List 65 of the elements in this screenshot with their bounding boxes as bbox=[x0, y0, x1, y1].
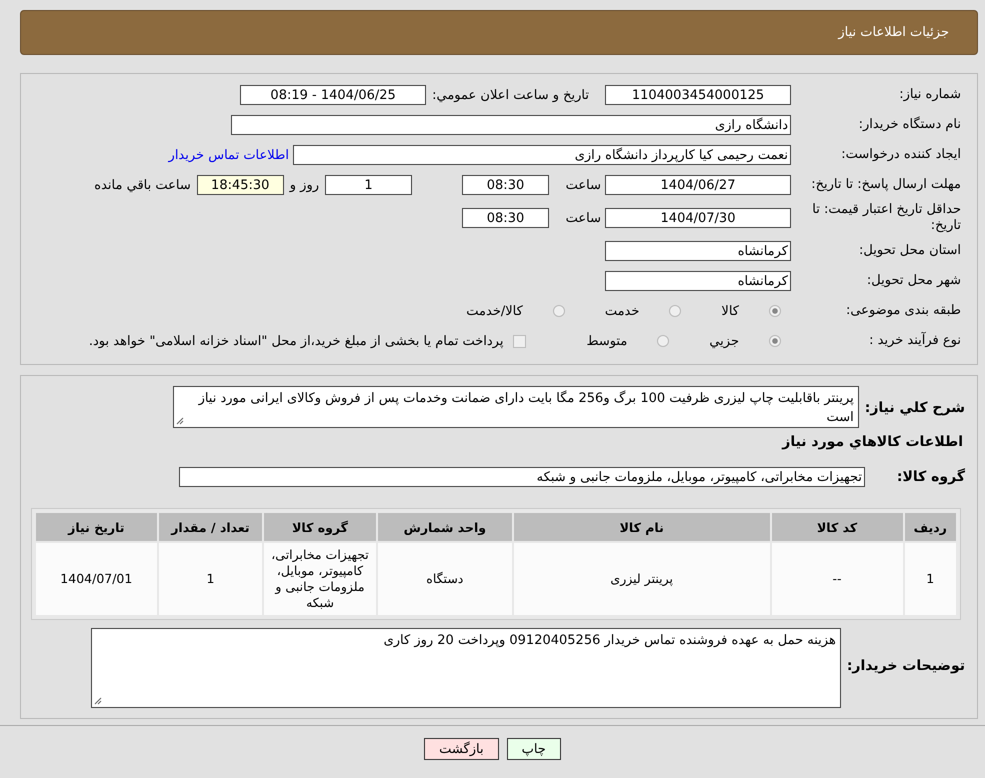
checkbox[interactable] bbox=[513, 334, 526, 348]
field-label: شرح كلي نياز: bbox=[864, 400, 965, 416]
field-label: ایجاد کننده درخواست: bbox=[840, 147, 961, 163]
goods-group-field: تجهیزات مخابراتی، کامپیوتر، موبایل، ملزومات جانبی و شبکه bbox=[179, 467, 865, 487]
column-header: رديف bbox=[904, 513, 956, 541]
resize-grip-icon[interactable] bbox=[94, 697, 102, 705]
validity-date-field: 1404/07/30 bbox=[605, 208, 791, 228]
field-label: روز و bbox=[290, 178, 319, 192]
city-field: كرمانشاه bbox=[605, 271, 791, 291]
field-label: ساعت باقي مانده bbox=[94, 178, 191, 192]
radio-button[interactable] bbox=[769, 335, 781, 347]
validity-time-field: 08:30 bbox=[462, 208, 549, 228]
table-cell: دستگاه bbox=[378, 543, 512, 615]
field-label: توضیحات خریدار: bbox=[846, 658, 965, 674]
table-cell: 1 bbox=[158, 543, 262, 615]
radio-button[interactable] bbox=[552, 305, 565, 317]
field-label: شهر محل تحویل: bbox=[866, 273, 961, 289]
radio-button[interactable] bbox=[669, 305, 682, 317]
column-header: نام كالا bbox=[514, 513, 770, 541]
requester-field: نعمت رحیمی کیا کارپرداز دانشگاه رازی bbox=[293, 145, 791, 165]
back-button[interactable]: بازگشت bbox=[424, 738, 499, 760]
description-field: پرینتر باقابلیت چاپ لیزری ظرفیت 100 برگ و256 مگا بایت دارای ضمانت وخدمات پس از فروش وكالای ایرانی مورد نیاز است bbox=[172, 386, 859, 428]
radio-button[interactable] bbox=[657, 335, 670, 347]
table-cell: پرینتر لیزری bbox=[514, 543, 770, 615]
option-label: كالا/خدمت bbox=[466, 304, 523, 318]
province-field: كرمانشاه bbox=[605, 241, 791, 261]
table-cell: 1 bbox=[904, 543, 956, 615]
table-cell: تجهیزات مخابراتی، کامپیوتر، موبایل، ملزومات جانبی و شبکه bbox=[264, 543, 376, 615]
field-label: شماره نیاز: bbox=[898, 87, 961, 103]
column-header: كد كالا bbox=[772, 513, 903, 541]
field-label: ساعت bbox=[564, 210, 601, 226]
print-button[interactable]: چاپ bbox=[506, 738, 561, 760]
section-title: اطلاعات كالاهاي مورد نياز bbox=[780, 434, 963, 450]
days-field: 1 bbox=[325, 175, 412, 195]
field-label: استان محل تحویل: bbox=[858, 243, 961, 259]
field-label: ساعت bbox=[564, 178, 601, 192]
announce-date-field: 1404/06/25 - 08:19 bbox=[240, 85, 426, 105]
field-label: نام دستگاه خریدار: bbox=[858, 117, 961, 133]
field-label: گروه كالا: bbox=[896, 469, 965, 485]
resize-grip-icon[interactable] bbox=[176, 417, 184, 425]
buyer-org-field: دانشگاه رازی bbox=[231, 115, 791, 135]
field-label: طبقه بندی موضوعی: bbox=[844, 303, 961, 319]
option-label: پرداخت تمام یا بخشی از مبلغ خرید،از محل "اسناد خزانه اسلامی" خواهد بود. bbox=[88, 334, 504, 348]
option-label: كالا bbox=[721, 304, 739, 318]
buyer-notes-field: هزینه حمل به عهده فروشنده تماس خریدار 09120405256 وپرداخت 20 روز کاری bbox=[91, 628, 841, 708]
remaining-time-field: 18:45:30 bbox=[196, 175, 284, 195]
radio-button[interactable] bbox=[769, 305, 781, 317]
field-label: مهلت ارسال پاسخ: تا تاریخ: bbox=[810, 177, 961, 193]
table-cell: -- bbox=[772, 543, 903, 615]
option-label: متوسط bbox=[586, 334, 628, 348]
need-number-field: 1104003454000125 bbox=[605, 85, 791, 105]
column-header: تاريخ نياز bbox=[36, 513, 157, 541]
field-label: نوع فرآیند خرید : bbox=[868, 333, 961, 349]
field-label: حداقل تاریخ اعتبار قیمت: تا تاریخ: bbox=[811, 202, 961, 234]
column-header: واحد شمارش bbox=[378, 513, 512, 541]
buyer-contact-link[interactable]: اطلاعات تماس خریدار bbox=[168, 148, 289, 162]
table-cell: 1404/07/01 bbox=[36, 543, 157, 615]
column-header: گروه كالا bbox=[264, 513, 376, 541]
option-label: جزيي bbox=[709, 334, 739, 348]
reply-time-field: 08:30 bbox=[462, 175, 549, 195]
reply-date-field: 1404/06/27 bbox=[605, 175, 791, 195]
page-title: جزئیات اطلاعات نیاز bbox=[838, 25, 949, 40]
column-header: تعداد / مقدار bbox=[158, 513, 262, 541]
field-label: تاریخ و ساعت اعلان عمومي: bbox=[432, 88, 589, 102]
option-label: خدمت bbox=[604, 304, 640, 318]
